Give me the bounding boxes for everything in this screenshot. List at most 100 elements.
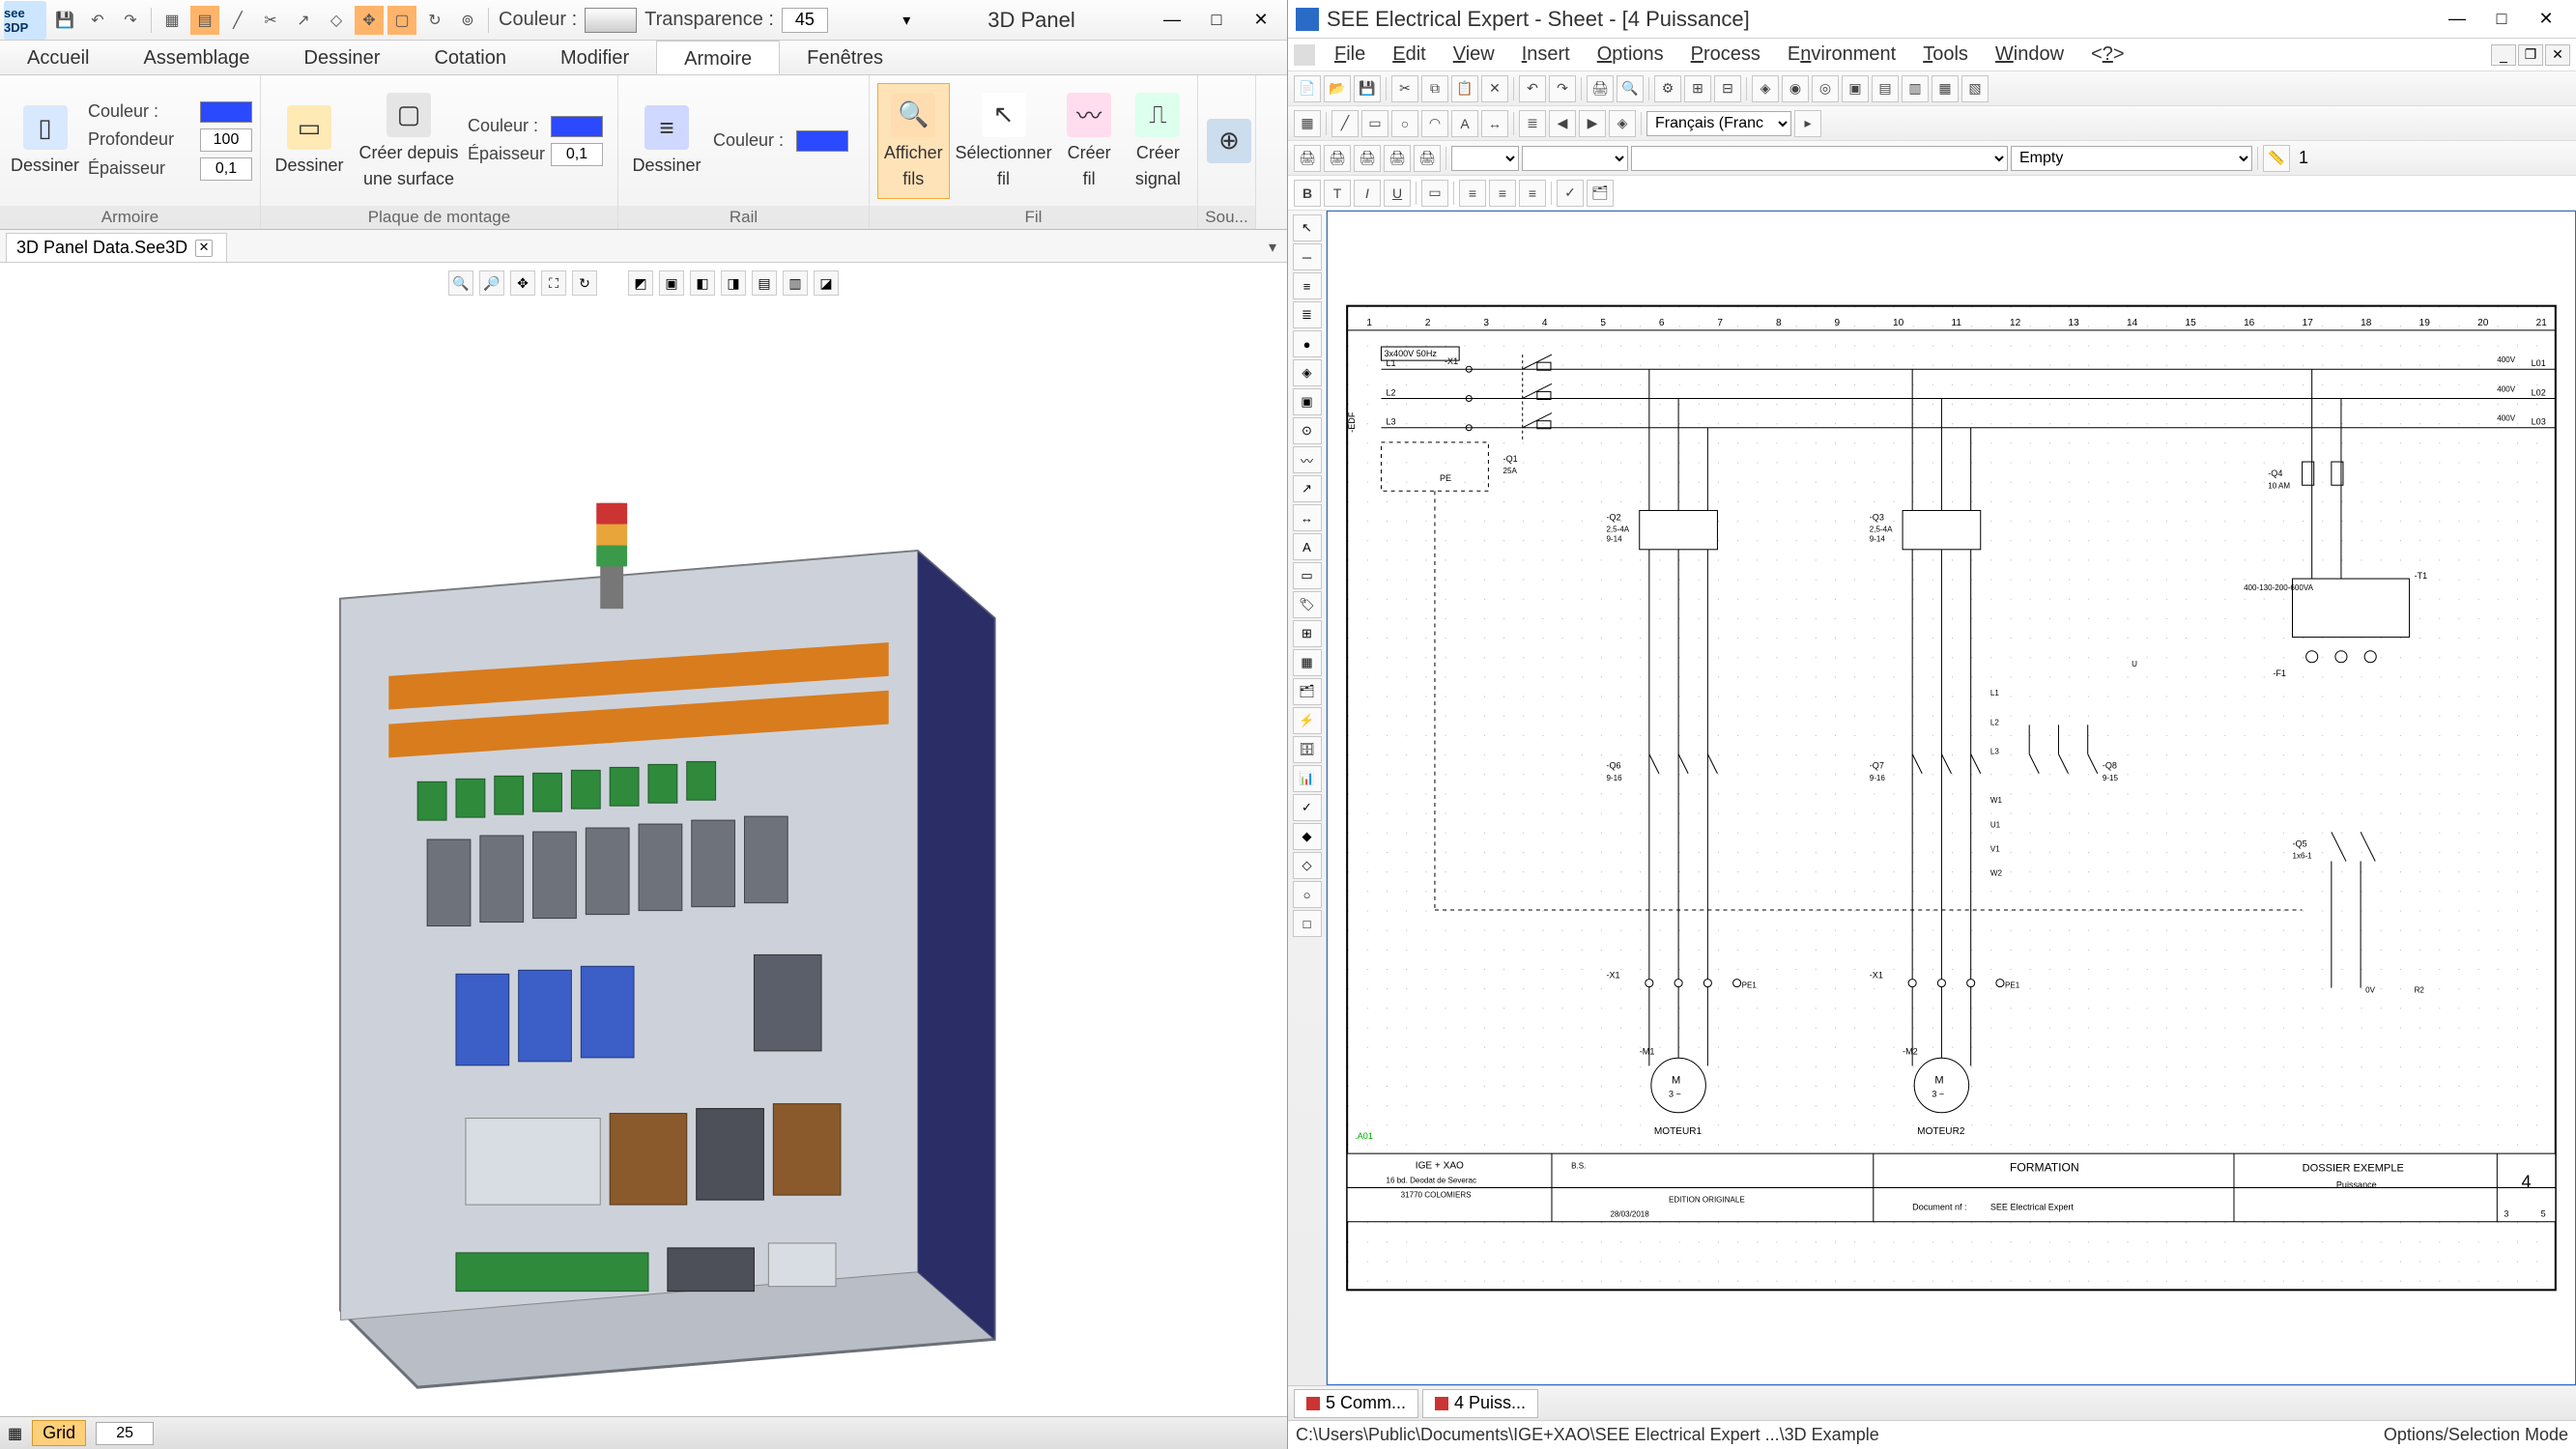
qat-redo-icon[interactable]: ↷ (116, 6, 145, 35)
menu-help[interactable]: <?> (2077, 43, 2138, 66)
align-box-icon[interactable]: ▭ (1421, 180, 1448, 207)
qat-line-icon[interactable]: ╱ (223, 6, 252, 35)
save-icon[interactable]: 💾 (1354, 75, 1381, 102)
qat-rotate-icon[interactable]: ↻ (420, 6, 449, 35)
db-icon[interactable]: 🗄 (1293, 736, 1322, 763)
dim-icon[interactable]: ↔ (1293, 504, 1322, 531)
symbol-icon[interactable]: ◈ (1609, 110, 1636, 137)
tool-a-icon[interactable]: ⚙ (1654, 75, 1681, 102)
couleur-swatch[interactable] (585, 8, 637, 33)
view-persp-icon[interactable]: ◪ (814, 270, 839, 296)
misc1-icon[interactable]: ◆ (1293, 823, 1322, 850)
arc-icon[interactable]: ◠ (1421, 110, 1448, 137)
schematic-canvas[interactable]: 1234 5678 9101112 13141516 17181920 21 3… (1327, 211, 2576, 1385)
misc2-icon[interactable]: ◇ (1293, 852, 1322, 879)
menu-environment[interactable]: Environment (1774, 43, 1909, 66)
print-sel-icon[interactable]: 🖨 (1354, 145, 1381, 172)
epaisseur-input[interactable] (551, 143, 603, 166)
text-icon[interactable]: T (1324, 180, 1351, 207)
tab-modifier[interactable]: Modifier (533, 41, 656, 74)
font-combo[interactable]: Empty (2011, 146, 2252, 171)
qat-select-icon[interactable]: ▢ (387, 6, 416, 35)
menu-process[interactable]: Process (1677, 43, 1774, 66)
line-icon[interactable]: ╱ (1331, 110, 1359, 137)
tool-g-icon[interactable]: ▣ (1842, 75, 1869, 102)
macro-icon[interactable]: ⊞ (1293, 620, 1322, 647)
tag-icon[interactable]: 🏷 (1293, 591, 1322, 618)
layer-combo[interactable] (1631, 146, 2008, 171)
tool-b-icon[interactable]: ⊞ (1684, 75, 1711, 102)
couleur-swatch[interactable] (551, 116, 603, 137)
view-top-icon[interactable]: ◨ (721, 270, 746, 296)
customize-dropdown-icon[interactable]: ▾ (902, 11, 910, 30)
print-all-icon[interactable]: 🖨 (1324, 145, 1351, 172)
sheet-tab-5[interactable]: 5 Comm... (1294, 1389, 1418, 1418)
tool-h-icon[interactable]: ▤ (1872, 75, 1899, 102)
tab-accueil[interactable]: Accueil (0, 41, 116, 74)
view-front-icon[interactable]: ▣ (659, 270, 684, 296)
qat-cut-icon[interactable]: ✂ (256, 6, 285, 35)
tool-f-icon[interactable]: ◎ (1812, 75, 1839, 102)
orbit-icon[interactable]: ↻ (572, 270, 597, 296)
grid-toggle-icon[interactable]: ▦ (8, 1424, 22, 1443)
italic-icon[interactable]: I (1354, 180, 1381, 207)
delete-icon[interactable]: ✕ (1481, 75, 1508, 102)
tool-k-icon[interactable]: ▧ (1961, 75, 1989, 102)
maximize-button[interactable]: □ (1194, 5, 1239, 36)
dim-icon[interactable]: ↔ (1481, 110, 1508, 137)
pointer-icon[interactable]: ↖ (1293, 214, 1322, 242)
view-back-icon[interactable]: ▤ (752, 270, 777, 296)
document-tab[interactable]: 3D Panel Data.See3D ✕ (6, 233, 227, 262)
linewidth-combo[interactable] (1451, 146, 1519, 171)
selectionner-fil-button[interactable]: ↖ Sélectionner fil (956, 83, 1052, 199)
transparence-input[interactable] (782, 8, 828, 33)
creer-fil-button[interactable]: 〰 Créer fil (1058, 83, 1121, 199)
lang-apply-icon[interactable]: ▸ (1794, 110, 1821, 137)
view-rear-icon[interactable]: ▥ (783, 270, 808, 296)
qat-arrow-icon[interactable]: ↗ (289, 6, 318, 35)
tool-i-icon[interactable]: ▥ (1902, 75, 1929, 102)
junction-icon[interactable]: ● (1293, 330, 1322, 357)
menu-file[interactable]: File (1321, 43, 1379, 66)
mdi-close-button[interactable]: ✕ (2545, 44, 2570, 66)
minimize-button[interactable]: — (1150, 5, 1194, 36)
menu-options[interactable]: Options (1584, 43, 1677, 66)
tool-c-icon[interactable]: ⊟ (1714, 75, 1741, 102)
panel-icon[interactable]: ▦ (1293, 649, 1322, 676)
print-icon[interactable]: 🖨 (1294, 145, 1321, 172)
grid-button[interactable]: Grid (32, 1420, 86, 1446)
print-icon[interactable]: 🖨 (1587, 75, 1614, 102)
creer-signal-button[interactable]: ⎍ Créer signal (1127, 83, 1189, 199)
tool-e-icon[interactable]: ◉ (1782, 75, 1809, 102)
text-icon[interactable]: A (1293, 533, 1322, 560)
epaisseur-input[interactable] (200, 157, 252, 181)
misc3-icon[interactable]: ○ (1293, 881, 1322, 908)
terminal-icon[interactable]: ⊙ (1293, 417, 1322, 444)
parts-icon[interactable]: ⚡ (1293, 707, 1322, 734)
plaque-dessiner-button[interactable]: ▭ Dessiner (269, 83, 350, 199)
menu-insert[interactable]: Insert (1508, 43, 1584, 66)
tab-cotation[interactable]: Cotation (407, 41, 533, 74)
align-center-icon[interactable]: ≡ (1489, 180, 1516, 207)
undo-icon[interactable]: ↶ (1519, 75, 1546, 102)
qat-save-icon[interactable]: 💾 (50, 6, 79, 35)
check-icon[interactable]: ✓ (1293, 794, 1322, 821)
qat-snap-icon[interactable]: ◇ (322, 6, 351, 35)
view-side-icon[interactable]: ◧ (690, 270, 715, 296)
profondeur-input[interactable] (200, 128, 252, 152)
qat-undo-icon[interactable]: ↶ (83, 6, 112, 35)
menu-tools[interactable]: Tools (1909, 43, 1982, 66)
nav-prev-icon[interactable]: ◀ (1549, 110, 1576, 137)
layer-icon[interactable]: ≣ (1519, 110, 1546, 137)
text-icon[interactable]: A (1451, 110, 1478, 137)
sheet-tab-4[interactable]: 4 Puiss... (1422, 1389, 1538, 1418)
fit-icon[interactable]: ⛶ (541, 270, 566, 296)
qat-move-icon[interactable]: ✥ (355, 6, 384, 35)
print-pdf-icon[interactable]: 🖨 (1414, 145, 1441, 172)
explorer-icon[interactable]: 🗂 (1587, 180, 1614, 207)
ref-icon[interactable]: ↗ (1293, 475, 1322, 502)
explorer-icon[interactable]: 🗂 (1293, 678, 1322, 705)
menu-view[interactable]: View (1440, 43, 1508, 66)
grid-icon[interactable]: ▦ (1294, 110, 1321, 137)
print-range-icon[interactable]: 🖨 (1384, 145, 1411, 172)
